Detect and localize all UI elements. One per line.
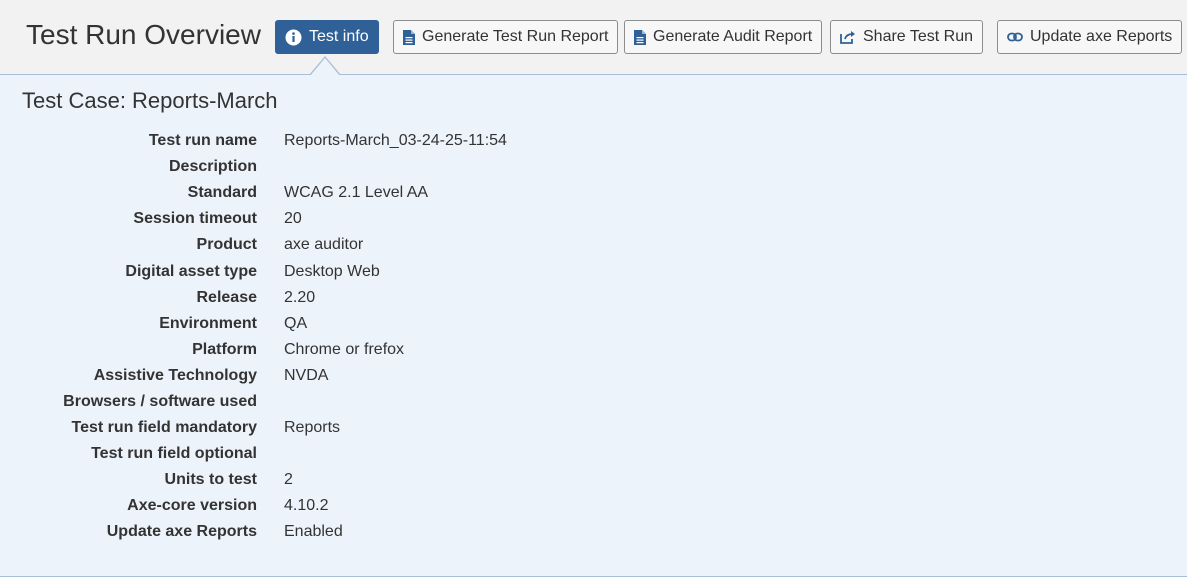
- detail-label: Standard: [187, 184, 257, 202]
- detail-row: Assistive Technology NVDA: [0, 363, 1187, 389]
- share-icon: [840, 30, 856, 44]
- generate-audit-report-label: Generate Audit Report: [653, 28, 813, 45]
- detail-label: Digital asset type: [125, 262, 257, 280]
- detail-row: Test run name Reports-March_03-24-25-11:5…: [0, 128, 1187, 154]
- detail-row: Description: [0, 154, 1187, 180]
- detail-label: Session timeout: [133, 210, 257, 228]
- generate-audit-report-button[interactable]: Generate Audit Report: [624, 20, 823, 54]
- detail-value: Enabled: [284, 523, 343, 541]
- detail-label: Environment: [159, 314, 257, 332]
- generate-test-run-report-label: Generate Test Run Report: [422, 28, 609, 45]
- detail-label: Test run field mandatory: [71, 419, 257, 437]
- detail-label: Test run name: [148, 132, 257, 150]
- detail-value: Desktop Web: [284, 262, 380, 280]
- share-test-run-label: Share Test Run: [863, 28, 973, 45]
- detail-label: Platform: [192, 340, 257, 358]
- page-header: Test Run Overview Test info Generate Tes…: [0, 0, 1187, 75]
- test-run-details: Test run name Reports-March_03-24-25-11:5…: [0, 128, 1187, 546]
- link-icon: [1007, 32, 1023, 42]
- generate-test-run-report-button[interactable]: Generate Test Run Report: [393, 20, 619, 54]
- detail-value: 4.10.2: [284, 497, 329, 515]
- detail-value: 2.20: [284, 288, 316, 306]
- page-title: Test Run Overview: [26, 19, 261, 50]
- detail-label: Axe-core version: [127, 497, 257, 515]
- update-axe-reports-label: Update axe Reports: [1030, 28, 1173, 45]
- document-icon: [403, 29, 415, 45]
- detail-label: Units to test: [164, 471, 257, 489]
- detail-value: 20: [284, 210, 302, 228]
- test-info-button[interactable]: Test info: [275, 20, 379, 54]
- share-test-run-button[interactable]: Share Test Run: [830, 20, 983, 54]
- update-axe-reports-button[interactable]: Update axe Reports: [997, 20, 1183, 54]
- detail-row: Digital asset type Desktop Web: [0, 258, 1187, 284]
- detail-row: Units to test 2: [0, 467, 1187, 493]
- test-info-panel: Test Case: Reports-March Test run name Re…: [0, 75, 1187, 577]
- detail-row: Test run field mandatory Reports: [0, 415, 1187, 441]
- detail-label: Update axe Reports: [106, 523, 257, 541]
- detail-row: Update axe Reports Enabled: [0, 519, 1187, 545]
- detail-row: Standard WCAG 2.1 Level AA: [0, 180, 1187, 206]
- detail-row: Test run field optional: [0, 441, 1187, 467]
- detail-label: Test run field optional: [91, 445, 257, 463]
- detail-value: WCAG 2.1 Level AA: [284, 184, 429, 202]
- info-icon: [285, 29, 302, 46]
- document-icon: [634, 29, 646, 45]
- detail-value: NVDA: [284, 366, 329, 384]
- test-case-title: Test Case: Reports-March: [22, 88, 278, 113]
- detail-row: Axe-core version 4.10.2: [0, 493, 1187, 519]
- detail-value: Reports: [284, 419, 341, 437]
- detail-label: Product: [196, 236, 257, 254]
- detail-value: Reports-March_03-24-25-11:54: [284, 132, 507, 150]
- active-tab-pointer-fill: [310, 58, 340, 76]
- detail-label: Assistive Technology: [93, 366, 257, 384]
- detail-row: Platform Chrome or frefox: [0, 337, 1187, 363]
- detail-value: QA: [284, 314, 308, 332]
- detail-label: Description: [168, 158, 257, 176]
- detail-label: Release: [196, 288, 258, 306]
- detail-value: axe auditor: [284, 236, 364, 254]
- detail-row: Session timeout 20: [0, 206, 1187, 232]
- detail-row: Product axe auditor: [0, 232, 1187, 258]
- detail-value: 2: [284, 471, 293, 489]
- test-info-label: Test info: [309, 28, 369, 45]
- detail-label: Browsers / software used: [63, 392, 257, 410]
- detail-row: Environment QA: [0, 311, 1187, 337]
- detail-value: Chrome or frefox: [284, 340, 405, 358]
- detail-row: Release 2.20: [0, 285, 1187, 311]
- detail-row: Browsers / software used: [0, 389, 1187, 415]
